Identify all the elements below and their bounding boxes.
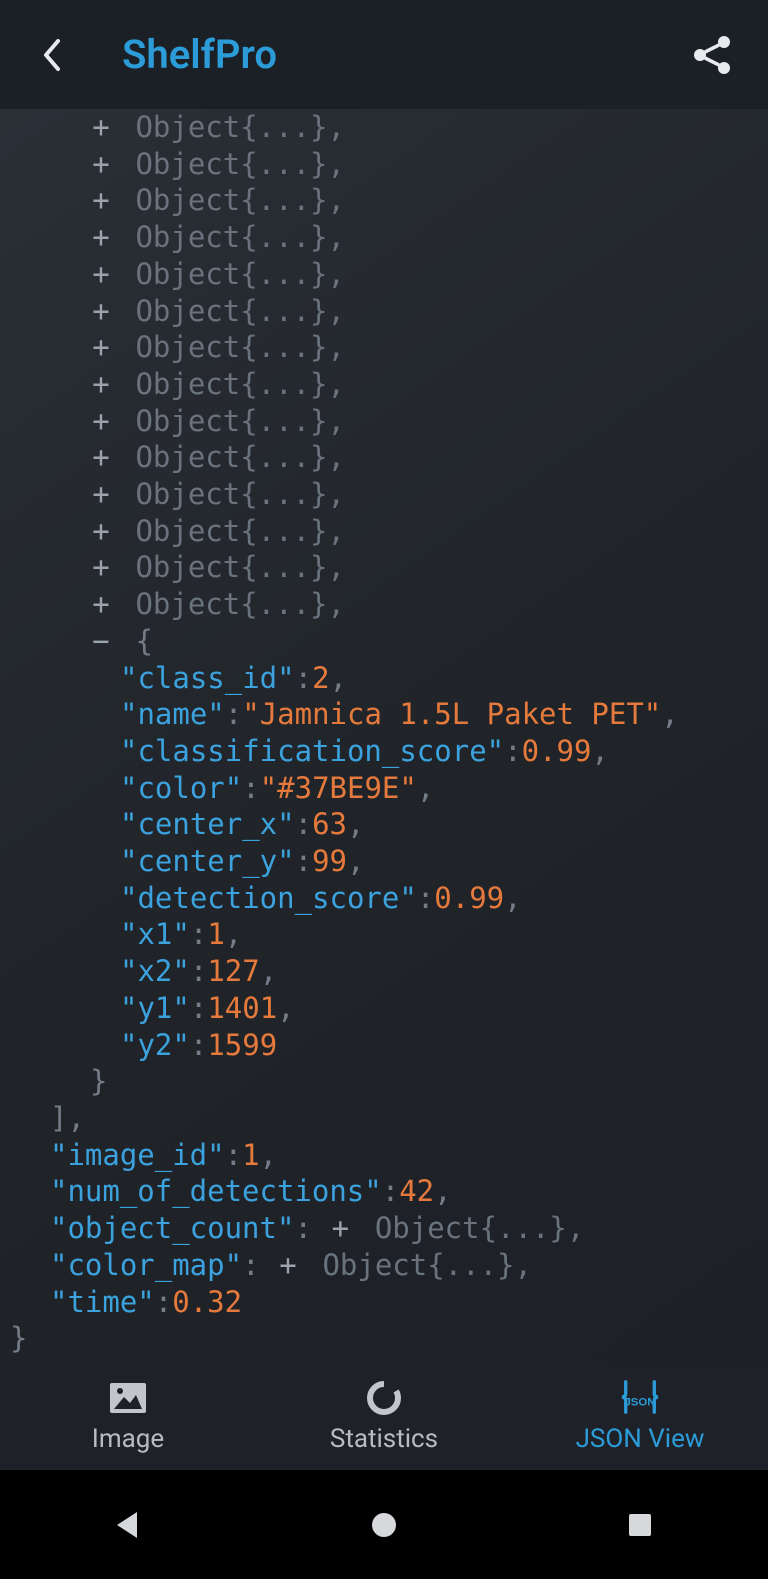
expand-icon[interactable]: +	[90, 439, 112, 476]
json-row-num-detections: "num_of_detections":42,	[10, 1173, 758, 1210]
nav-home-button[interactable]	[354, 1495, 414, 1555]
app-title: ShelfPro	[122, 31, 277, 78]
json-row-detection-score: "detection_score":0.99,	[10, 880, 758, 917]
expand-icon[interactable]: +	[90, 366, 112, 403]
expand-icon[interactable]: +	[90, 182, 112, 219]
expand-icon[interactable]: +	[90, 293, 112, 330]
json-collapsed-object[interactable]: + Object{...},	[10, 476, 758, 513]
share-button[interactable]	[688, 31, 736, 79]
json-row-color-map[interactable]: "color_map": + Object{...},	[10, 1247, 758, 1284]
expand-icon[interactable]: +	[90, 549, 112, 586]
chevron-left-icon	[40, 37, 64, 73]
json-row-center-y: "center_y":99,	[10, 843, 758, 880]
json-row-y1: "y1":1401,	[10, 990, 758, 1027]
json-row-y2: "y2":1599	[10, 1027, 758, 1064]
json-root-close: }	[10, 1320, 758, 1357]
json-row-image-id: "image_id":1,	[10, 1137, 758, 1174]
nav-recent-button[interactable]	[610, 1495, 670, 1555]
expand-icon[interactable]: +	[90, 476, 112, 513]
json-expanded-open[interactable]: − {	[10, 623, 758, 660]
json-row-class-id: "class_id":2,	[10, 660, 758, 697]
collapse-icon[interactable]: −	[90, 623, 112, 660]
json-row-object-count[interactable]: "object_count": + Object{...},	[10, 1210, 758, 1247]
expand-icon[interactable]: +	[90, 329, 112, 366]
tab-label: Image	[92, 1424, 164, 1454]
expand-icon[interactable]: +	[277, 1247, 299, 1284]
json-row-x1: "x1":1,	[10, 916, 758, 953]
system-nav-bar	[0, 1470, 768, 1579]
json-collapsed-object[interactable]: + Object{...},	[10, 366, 758, 403]
json-collapsed-object[interactable]: + Object{...},	[10, 329, 758, 366]
expand-icon[interactable]: +	[90, 403, 112, 440]
json-expanded-close: }	[10, 1063, 758, 1100]
back-button[interactable]	[32, 35, 72, 75]
json-collapsed-object[interactable]: + Object{...},	[10, 586, 758, 623]
json-icon: JSON	[620, 1378, 660, 1418]
svg-text:JSON: JSON	[624, 1397, 655, 1409]
triangle-back-icon	[113, 1510, 143, 1540]
json-collapsed-object[interactable]: + Object{...},	[10, 293, 758, 330]
expand-icon[interactable]: +	[90, 513, 112, 550]
json-row-center-x: "center_x":63,	[10, 806, 758, 843]
nav-back-button[interactable]	[98, 1495, 158, 1555]
json-array-close: ],	[10, 1100, 758, 1137]
json-collapsed-object[interactable]: + Object{...},	[10, 109, 758, 146]
json-row-name: "name":"Jamnica 1.5L Paket PET",	[10, 696, 758, 733]
json-viewer[interactable]: + Object{...},+ Object{...},+ Object{...…	[0, 109, 768, 1362]
tab-label: Statistics	[330, 1424, 438, 1454]
expand-icon[interactable]: +	[90, 109, 112, 146]
bottom-tabs: Image Statistics JSON JSON View	[0, 1362, 768, 1470]
json-row-color: "color":"#37BE9E",	[10, 770, 758, 807]
json-collapsed-object[interactable]: + Object{...},	[10, 256, 758, 293]
json-collapsed-object[interactable]: + Object{...},	[10, 513, 758, 550]
tab-image[interactable]: Image	[0, 1362, 256, 1470]
json-collapsed-object[interactable]: + Object{...},	[10, 219, 758, 256]
json-row-time: "time":0.32	[10, 1284, 758, 1321]
json-collapsed-object[interactable]: + Object{...},	[10, 403, 758, 440]
square-recent-icon	[627, 1512, 653, 1538]
app-bar: ShelfPro	[0, 0, 768, 109]
tab-label: JSON View	[576, 1424, 705, 1454]
expand-icon[interactable]: +	[90, 586, 112, 623]
share-icon	[691, 34, 733, 76]
json-row-x2: "x2":127,	[10, 953, 758, 990]
json-collapsed-object[interactable]: + Object{...},	[10, 549, 758, 586]
json-row-classification-score: "classification_score":0.99,	[10, 733, 758, 770]
json-collapsed-object[interactable]: + Object{...},	[10, 146, 758, 183]
expand-icon[interactable]: +	[90, 146, 112, 183]
expand-icon[interactable]: +	[90, 256, 112, 293]
json-collapsed-object[interactable]: + Object{...},	[10, 182, 758, 219]
circle-home-icon	[369, 1510, 399, 1540]
statistics-icon	[364, 1378, 404, 1418]
tab-statistics[interactable]: Statistics	[256, 1362, 512, 1470]
tab-json-view[interactable]: JSON JSON View	[512, 1362, 768, 1470]
expand-icon[interactable]: +	[90, 219, 112, 256]
expand-icon[interactable]: +	[329, 1210, 351, 1247]
json-collapsed-object[interactable]: + Object{...},	[10, 439, 758, 476]
image-icon	[108, 1378, 148, 1418]
